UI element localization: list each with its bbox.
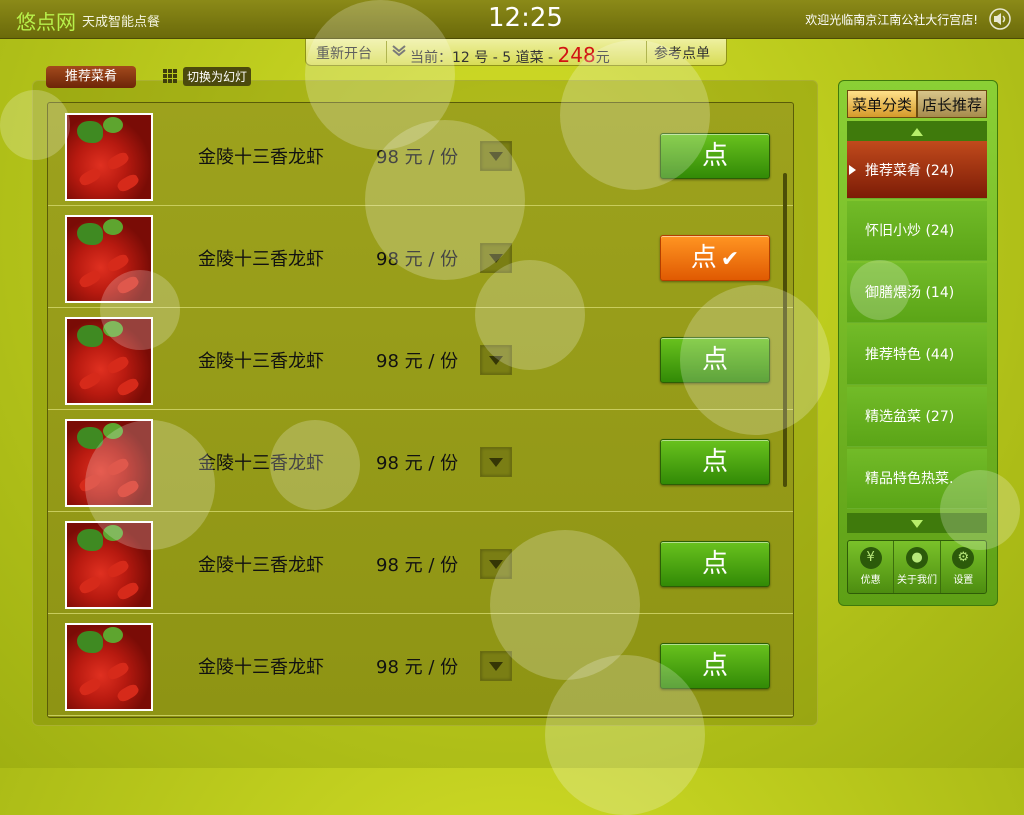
order-dish-button[interactable]: 点 <box>660 439 770 485</box>
order-button-label: 点 <box>701 345 728 375</box>
quantity-dropdown[interactable] <box>480 651 512 681</box>
order-dish-button[interactable]: 点 <box>660 643 770 689</box>
tab-chef-recommend[interactable]: 店长推荐 <box>917 90 987 118</box>
dish-row: 金陵十三香龙虾 98 元 / 份 点 <box>48 103 793 206</box>
order-total: 248 <box>557 43 596 67</box>
dish-image[interactable] <box>65 113 153 201</box>
switch-slideshow-label: 切换为幻灯 <box>183 66 252 86</box>
order-button-label: 点 <box>701 447 728 477</box>
grid-icon <box>163 69 177 83</box>
dish-price: 98 元 / 份 <box>376 555 459 576</box>
clock: 12:25 <box>488 3 563 33</box>
dish-price: 98 元 / 份 <box>376 453 459 474</box>
dish-row: 金陵十三香龙虾 98 元 / 份 点 <box>48 511 793 614</box>
dish-image[interactable] <box>65 215 153 303</box>
order-dish-button-ordered[interactable]: 点 ✔ <box>660 235 770 281</box>
checkmark-icon: ✔ <box>720 247 740 272</box>
dish-row: 金陵十三香龙虾 98 元 / 份 点 <box>48 613 793 716</box>
category-label: 怀旧小炒 (24) <box>865 223 955 239</box>
category-label: 精品特色热菜. <box>865 471 954 487</box>
dish-price: 98 元 / 份 <box>376 249 459 270</box>
category-item[interactable]: 御膳煨汤 (14) <box>847 263 987 323</box>
reference-order-button[interactable]: 参考点单 <box>654 43 710 63</box>
quantity-dropdown[interactable] <box>480 243 512 273</box>
order-button-label: 点 <box>701 549 728 579</box>
top-bar: 悠点网 天成智能点餐 12:25 欢迎光临南京江南公社大行宫店! <box>0 0 1024 39</box>
welcome-message: 欢迎光临南京江南公社大行宫店! <box>805 13 978 27</box>
list-scrollbar[interactable] <box>783 173 787 487</box>
quantity-dropdown[interactable] <box>480 141 512 171</box>
reset-table-button[interactable]: 重新开台 <box>316 43 372 63</box>
discount-button[interactable]: ¥ 优惠 <box>848 541 895 593</box>
category-label: 精选盆菜 (27) <box>865 409 955 425</box>
order-status: 当前：12 号 - 5 道菜 - 248元 <box>410 43 610 67</box>
dish-image[interactable] <box>65 317 153 405</box>
category-item[interactable]: 精品特色热菜. <box>847 449 987 509</box>
gear-icon: ⚙ <box>952 547 975 569</box>
chevron-down-icon <box>392 45 406 57</box>
chevron-down-icon <box>911 520 923 528</box>
dish-name: 金陵十三香龙虾 <box>198 249 324 270</box>
tab-recommended[interactable]: 推荐菜肴 <box>46 66 136 88</box>
order-status-text: 当前：12 号 - 5 道菜 - <box>410 50 554 66</box>
switch-slideshow-button[interactable]: 切换为幻灯 <box>163 66 259 86</box>
tool-label: 关于我们 <box>896 575 937 586</box>
dish-list: 金陵十三香龙虾 98 元 / 份 点 金陵十三香龙虾 98 元 / 份 点 ✔ 金… <box>47 102 794 718</box>
dish-image[interactable] <box>65 521 153 609</box>
quantity-dropdown[interactable] <box>480 549 512 579</box>
divider <box>386 41 387 63</box>
order-dish-button[interactable]: 点 <box>660 133 770 179</box>
dish-row: 金陵十三香龙虾 98 元 / 份 点 ✔ <box>48 205 793 308</box>
chevron-up-icon <box>911 128 923 136</box>
dish-name: 金陵十三香龙虾 <box>198 453 324 474</box>
quantity-dropdown[interactable] <box>480 447 512 477</box>
dish-price: 98 元 / 份 <box>376 351 459 372</box>
category-scroll-down[interactable] <box>847 513 987 533</box>
dish-image[interactable] <box>65 419 153 507</box>
category-item[interactable]: 推荐特色 (44) <box>847 325 987 385</box>
order-bar: 重新开台 当前：12 号 - 5 道菜 - 248元 参考点单 <box>305 39 727 67</box>
dish-price: 98 元 / 份 <box>376 657 459 678</box>
category-label: 推荐菜肴 (24) <box>865 163 955 179</box>
order-dish-button[interactable]: 点 <box>660 541 770 587</box>
quantity-dropdown[interactable] <box>480 345 512 375</box>
dish-row: 金陵十三香龙虾 98 元 / 份 点 <box>48 307 793 410</box>
dish-name: 金陵十三香龙虾 <box>198 657 324 678</box>
dish-price: 98 元 / 份 <box>376 147 459 168</box>
category-label: 推荐特色 (44) <box>865 347 955 363</box>
yen-icon: ¥ <box>859 547 882 569</box>
app-slogan: 天成智能点餐 <box>82 15 161 30</box>
about-us-button[interactable]: ● 关于我们 <box>894 541 941 593</box>
dish-row: 金陵十三香龙虾 98 元 / 份 点 <box>48 409 793 512</box>
speaker-icon[interactable] <box>988 8 1012 30</box>
settings-button[interactable]: ⚙ 设置 <box>941 541 986 593</box>
user-icon: ● <box>905 547 928 569</box>
order-button-label: 点 <box>701 651 728 681</box>
tool-bar: ¥ 优惠 ● 关于我们 ⚙ 设置 <box>847 540 987 594</box>
category-scroll-up[interactable] <box>847 121 987 141</box>
category-item[interactable]: 怀旧小炒 (24) <box>847 201 987 261</box>
tab-menu-categories[interactable]: 菜单分类 <box>847 90 917 118</box>
tool-label: 优惠 <box>860 575 881 586</box>
order-button-label: 点 <box>701 141 728 171</box>
selected-arrow-icon <box>849 165 856 175</box>
tool-label: 设置 <box>953 575 974 586</box>
dish-name: 金陵十三香龙虾 <box>198 147 324 168</box>
dish-name: 金陵十三香龙虾 <box>198 555 324 576</box>
dish-image[interactable] <box>65 623 153 711</box>
divider <box>646 41 647 63</box>
order-dish-button[interactable]: 点 <box>660 337 770 383</box>
category-label: 御膳煨汤 (14) <box>865 285 955 301</box>
category-item[interactable]: 精选盆菜 (27) <box>847 387 987 447</box>
currency-label: 元 <box>595 50 610 66</box>
category-item-recommended[interactable]: 推荐菜肴 (24) <box>847 141 987 199</box>
dish-name: 金陵十三香龙虾 <box>198 351 324 372</box>
sidebar-tabs: 菜单分类 店长推荐 <box>847 90 987 118</box>
order-button-label: 点 <box>690 243 717 273</box>
app-logo: 悠点网 <box>16 10 76 34</box>
